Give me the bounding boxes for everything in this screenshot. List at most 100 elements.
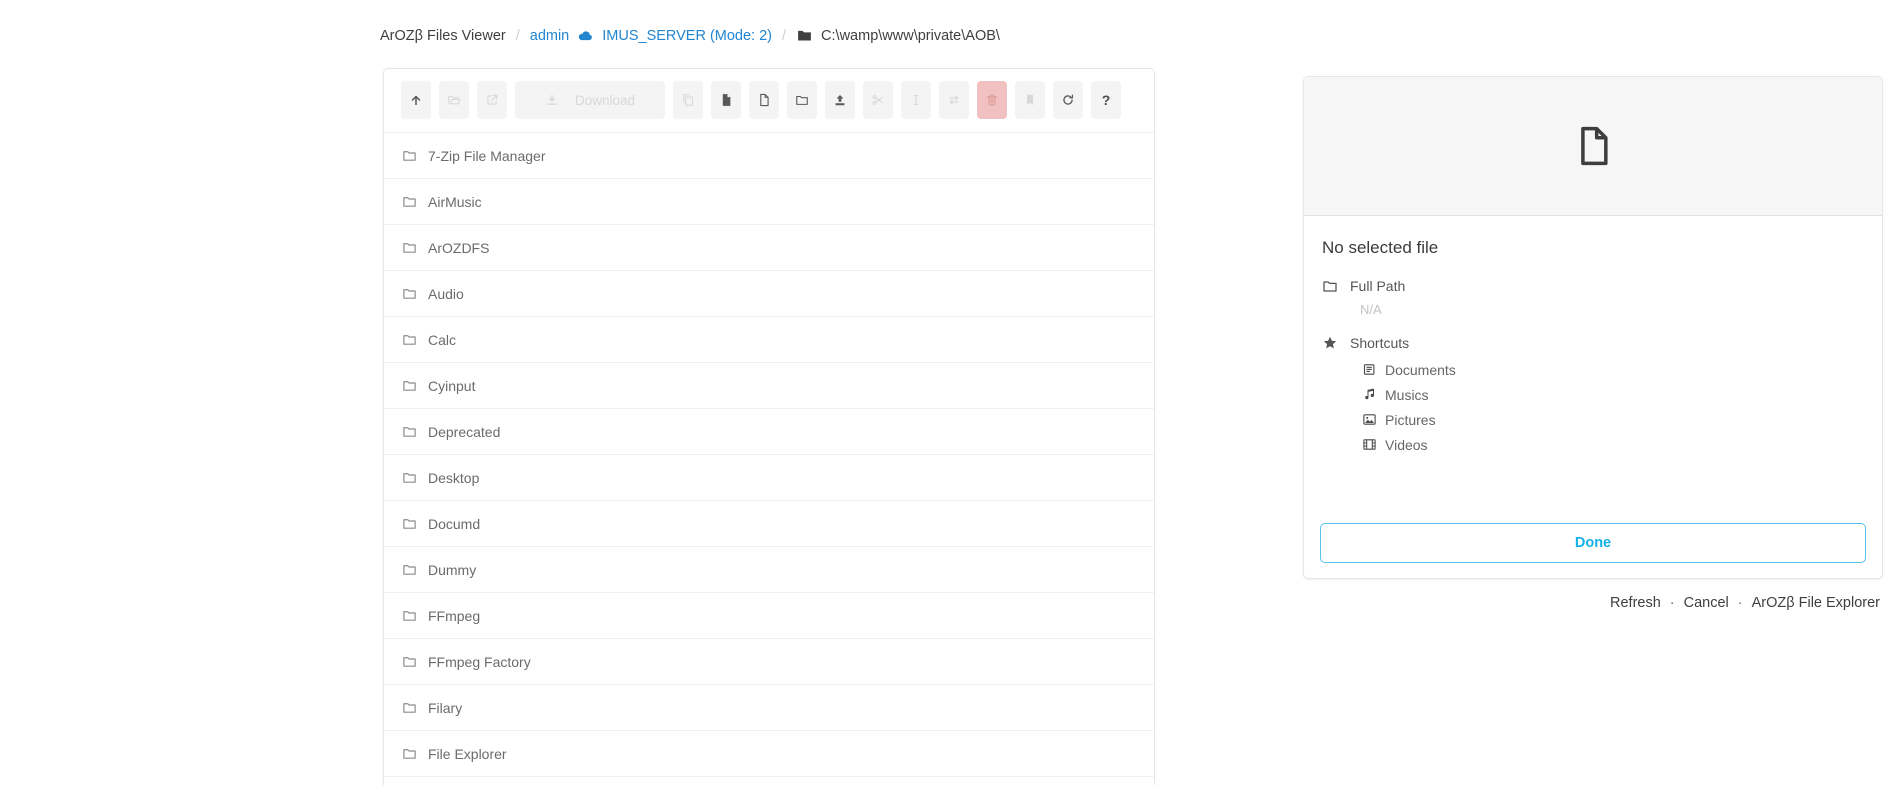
file-preview-area	[1304, 77, 1882, 216]
footer-refresh-link[interactable]: Refresh	[1610, 595, 1661, 611]
question-icon: ?	[1102, 92, 1111, 108]
full-path-value: N/A	[1360, 302, 1864, 317]
shortcuts-row: Shortcuts	[1322, 335, 1864, 351]
image-icon	[1362, 412, 1377, 427]
cloud-icon	[577, 27, 594, 44]
folder-icon	[402, 148, 417, 163]
file-list-item[interactable]: AirMusic	[384, 179, 1154, 225]
file-list-item[interactable]: ArOZDFS	[384, 225, 1154, 271]
toolbar-button-cut[interactable]	[863, 81, 893, 119]
external-link-icon	[485, 93, 499, 107]
file-list-item[interactable]: FFmpeg	[384, 593, 1154, 639]
shortcut-item-musics[interactable]: Musics	[1362, 382, 1864, 407]
file-list-item[interactable]: Deprecated	[384, 409, 1154, 455]
folder-icon	[402, 194, 417, 209]
breadcrumb-app-title: ArOZβ Files Viewer	[380, 28, 506, 44]
shortcut-label: Documents	[1385, 362, 1456, 378]
text-cursor-icon	[909, 93, 923, 107]
done-button[interactable]: Done	[1320, 523, 1866, 563]
toolbar-button-refresh[interactable]	[1053, 81, 1083, 119]
file-list-item[interactable]: FFmpeg Factory	[384, 639, 1154, 685]
folder-filled-icon	[796, 27, 813, 44]
shortcut-label: Videos	[1385, 437, 1428, 453]
shortcut-list: Documents MusicsPictures Videos	[1362, 357, 1864, 457]
full-path-label: Full Path	[1350, 278, 1405, 294]
toolbar-button-paste[interactable]	[711, 81, 741, 119]
footer-cancel-link[interactable]: Cancel	[1684, 595, 1729, 611]
file-list-item[interactable]: 7-Zip File Manager	[384, 133, 1154, 179]
folder-icon	[1322, 278, 1338, 294]
toolbar-button-go-up[interactable]	[401, 81, 431, 119]
file-icon	[1571, 120, 1615, 172]
shortcut-item-videos[interactable]: Videos	[1362, 432, 1864, 457]
refresh-icon	[1061, 93, 1075, 107]
toolbar-button-copy[interactable]	[673, 81, 703, 119]
file-list-item[interactable]: Filary	[384, 685, 1154, 731]
aroz-files-viewer-page: ArOZβ Files Viewer / admin IMUS_SERVER (Mod…	[0, 0, 1890, 785]
breadcrumb-server-link[interactable]: IMUS_SERVER (Mode: 2)	[602, 28, 772, 44]
file-list-item[interactable]: File Explorer	[384, 731, 1154, 777]
shortcut-item-documents[interactable]: Documents	[1362, 357, 1864, 382]
footer-links: Refresh·Cancel·ArOZβ File Explorer	[1610, 595, 1880, 611]
file-name: FFmpeg	[428, 608, 480, 624]
toolbar-button-help[interactable]: ?	[1091, 81, 1121, 119]
file-name: ArOZDFS	[428, 240, 489, 256]
file-name: Documd	[428, 516, 480, 532]
trash-icon	[985, 93, 999, 107]
toolbar-button-new-folder[interactable]	[787, 81, 817, 119]
upload-icon	[833, 93, 847, 107]
folder-icon	[402, 746, 417, 761]
file-name: Calc	[428, 332, 456, 348]
file-list-item[interactable]: Calc	[384, 317, 1154, 363]
folder-icon	[402, 608, 417, 623]
file-icon	[757, 93, 771, 107]
toolbar-button-move[interactable]	[939, 81, 969, 119]
folder-icon	[402, 654, 417, 669]
footer-separator: ·	[1670, 595, 1675, 611]
file-list-item[interactable]: Audio	[384, 271, 1154, 317]
toolbar-button-upload[interactable]	[825, 81, 855, 119]
toolbar: Download?	[384, 69, 1154, 133]
file-name: Audio	[428, 286, 464, 302]
newspaper-icon	[1362, 362, 1377, 377]
full-path-row: Full Path	[1322, 278, 1864, 294]
film-icon	[1362, 437, 1377, 452]
scissors-icon	[871, 93, 885, 107]
toolbar-button-download[interactable]: Download	[515, 81, 665, 119]
file-name: Dummy	[428, 562, 476, 578]
file-list-item[interactable]: Desktop	[384, 455, 1154, 501]
toolbar-button-rename[interactable]	[901, 81, 931, 119]
star-icon	[1322, 335, 1338, 351]
file-name: AirMusic	[428, 194, 482, 210]
toolbar-button-open-external[interactable]	[477, 81, 507, 119]
toolbar-button-new-file[interactable]	[749, 81, 779, 119]
file-list-item[interactable]: Documd	[384, 501, 1154, 547]
folder-icon	[402, 424, 417, 439]
folder-open-icon	[447, 93, 461, 107]
file-name: FFmpeg Factory	[428, 654, 531, 670]
file-list-item[interactable]: Dummy	[384, 547, 1154, 593]
folder-icon	[402, 286, 417, 301]
footer-file-explorer-link[interactable]: ArOZβ File Explorer	[1752, 595, 1880, 611]
folder-icon	[402, 700, 417, 715]
folder-icon	[402, 562, 417, 577]
detail-body: No selected file Full Path N/A Shortcuts…	[1304, 216, 1882, 457]
folder-icon	[402, 516, 417, 531]
shortcut-item-pictures[interactable]: Pictures	[1362, 407, 1864, 432]
breadcrumb-user-link[interactable]: admin	[530, 28, 570, 44]
file-name: Desktop	[428, 470, 479, 486]
swap-icon	[947, 93, 961, 107]
no-selected-file-title: No selected file	[1322, 238, 1864, 258]
toolbar-button-delete[interactable]	[977, 81, 1007, 119]
breadcrumb-separator: /	[514, 28, 522, 44]
file-browser-card: Download? 7-Zip File Manager AirMusic ArOZ…	[383, 68, 1155, 785]
folder-icon	[795, 93, 809, 107]
shortcuts-label: Shortcuts	[1350, 335, 1409, 351]
toolbar-button-bookmark[interactable]	[1015, 81, 1045, 119]
arrow-up-icon	[409, 93, 423, 107]
file-list-item[interactable]: Cyinput	[384, 363, 1154, 409]
music-icon	[1362, 387, 1377, 402]
file-detail-panel: No selected file Full Path N/A Shortcuts…	[1303, 76, 1883, 579]
folder-icon	[402, 378, 417, 393]
toolbar-button-open[interactable]	[439, 81, 469, 119]
